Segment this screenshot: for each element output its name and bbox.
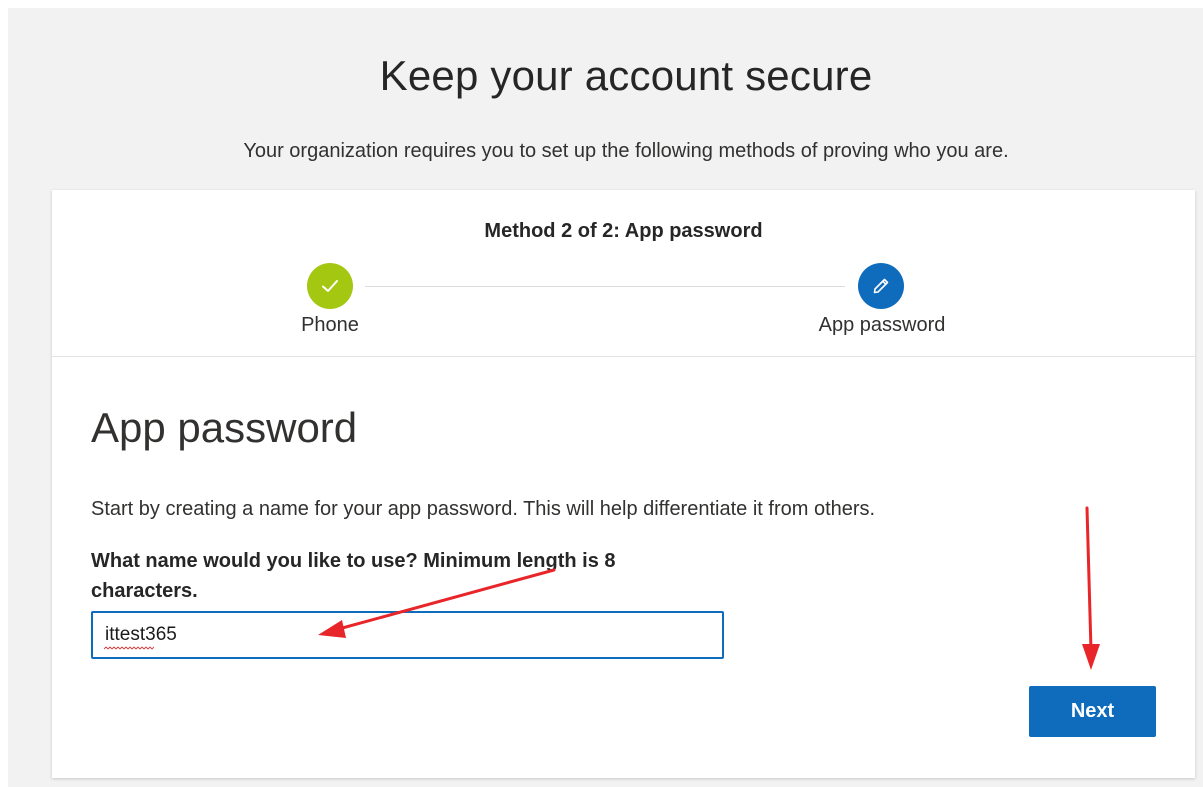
step-phone-completed <box>307 263 353 309</box>
method-progress: Method 2 of 2: App password Phone App pa… <box>52 190 1195 357</box>
next-button[interactable]: Next <box>1029 686 1156 737</box>
app-name-field-label: What name would you like to use? Minimum… <box>91 550 616 602</box>
method-heading: Method 2 of 2: App password <box>484 220 763 242</box>
step-app-password-label: App password <box>818 314 946 336</box>
setup-card: Method 2 of 2: App password Phone App pa… <box>52 190 1195 778</box>
instructions-text: Start by creating a name for your app pa… <box>91 498 876 520</box>
progress-connector-line <box>365 286 845 287</box>
page-title: Keep your account secure <box>379 52 873 99</box>
app-name-input[interactable] <box>91 611 724 659</box>
step-app-password-current <box>858 263 904 309</box>
page-subtitle: Your organization requires you to set up… <box>243 140 1009 162</box>
checkmark-icon <box>322 280 338 292</box>
step-phone-label: Phone <box>301 314 359 336</box>
pencil-icon <box>873 278 889 294</box>
spellcheck-underline <box>104 646 154 650</box>
section-title: App password <box>91 404 358 451</box>
